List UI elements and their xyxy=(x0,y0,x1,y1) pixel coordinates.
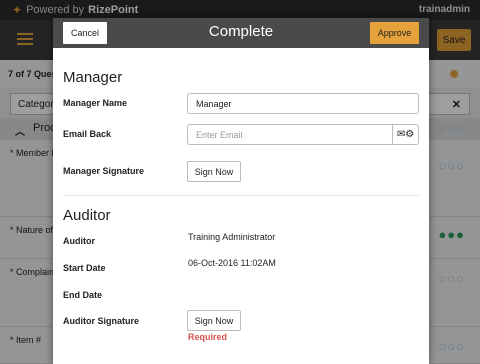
dialog-header: Cancel Complete Approve xyxy=(53,18,429,48)
start-date-value: 06-Oct-2016 11:02AM xyxy=(188,258,276,268)
email-back-label: Email Back xyxy=(63,129,112,139)
email-settings-icon[interactable]: ✉⚙ xyxy=(393,124,419,145)
approve-button[interactable]: Approve xyxy=(370,22,419,44)
auditor-label: Auditor xyxy=(63,236,95,246)
auditor-signature-label: Auditor Signature xyxy=(63,316,139,326)
manager-sign-now-button[interactable]: Sign Now xyxy=(187,161,241,182)
email-input[interactable]: Enter Email xyxy=(187,124,393,145)
auditor-sign-now-button[interactable]: Sign Now xyxy=(187,310,241,331)
section-divider xyxy=(63,195,419,196)
manager-name-input[interactable]: Manager xyxy=(187,93,419,114)
auditor-value: Training Administrator xyxy=(188,232,276,242)
required-message: Required xyxy=(188,332,228,342)
manager-heading: Manager xyxy=(63,69,123,86)
complete-dialog: Cancel Complete Approve Manager Manager … xyxy=(53,18,429,364)
manager-name-label: Manager Name xyxy=(63,98,128,108)
manager-signature-label: Manager Signature xyxy=(63,166,145,176)
start-date-label: Start Date xyxy=(63,263,106,273)
auditor-heading: Auditor xyxy=(63,207,111,224)
end-date-label: End Date xyxy=(63,290,103,300)
